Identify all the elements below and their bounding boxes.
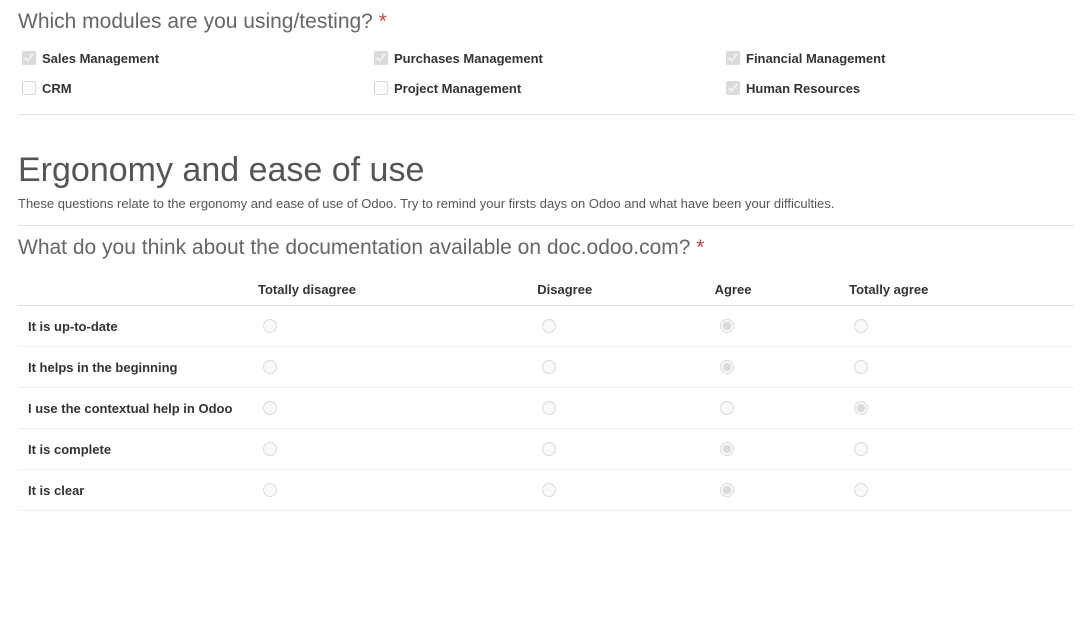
matrix-radio[interactable] bbox=[720, 360, 734, 374]
module-checkbox-project[interactable] bbox=[374, 81, 388, 95]
matrix-radio[interactable] bbox=[263, 483, 277, 497]
matrix-row: It is complete bbox=[18, 429, 1074, 470]
module-label: Financial Management bbox=[746, 51, 885, 66]
matrix-radio[interactable] bbox=[854, 360, 868, 374]
matrix-row: It helps in the beginning bbox=[18, 347, 1074, 388]
section-title-ergonomy: Ergonomy and ease of use bbox=[18, 151, 1074, 190]
matrix-radio[interactable] bbox=[542, 483, 556, 497]
module-label: CRM bbox=[42, 81, 72, 96]
module-option-hr[interactable]: Human Resources bbox=[722, 78, 1074, 98]
matrix-radio[interactable] bbox=[263, 401, 277, 415]
matrix-documentation: Totally disagree Disagree Agree Totally … bbox=[18, 274, 1074, 511]
matrix-row: It is up-to-date bbox=[18, 306, 1074, 347]
matrix-radio[interactable] bbox=[542, 401, 556, 415]
matrix-col-header: Agree bbox=[705, 274, 840, 306]
matrix-col-header: Totally disagree bbox=[248, 274, 527, 306]
matrix-radio[interactable] bbox=[854, 483, 868, 497]
matrix-radio[interactable] bbox=[854, 401, 868, 415]
matrix-radio[interactable] bbox=[854, 319, 868, 333]
matrix-radio[interactable] bbox=[720, 319, 734, 333]
matrix-radio[interactable] bbox=[854, 442, 868, 456]
module-label: Purchases Management bbox=[394, 51, 543, 66]
matrix-radio[interactable] bbox=[720, 401, 734, 415]
module-checkbox-financial[interactable] bbox=[726, 51, 740, 65]
section-description: These questions relate to the ergonomy a… bbox=[18, 196, 1074, 211]
matrix-radio[interactable] bbox=[542, 442, 556, 456]
module-checkbox-hr[interactable] bbox=[726, 81, 740, 95]
module-checkbox-purchases[interactable] bbox=[374, 51, 388, 65]
divider bbox=[18, 114, 1074, 115]
matrix-radio[interactable] bbox=[720, 483, 734, 497]
module-label: Project Management bbox=[394, 81, 521, 96]
matrix-radio[interactable] bbox=[720, 442, 734, 456]
module-label: Human Resources bbox=[746, 81, 860, 96]
matrix-row-label: It is up-to-date bbox=[18, 306, 248, 347]
matrix-row: It is clear bbox=[18, 470, 1074, 511]
module-checkbox-sales[interactable] bbox=[22, 51, 36, 65]
module-option-financial[interactable]: Financial Management bbox=[722, 48, 1074, 68]
divider bbox=[18, 225, 1074, 226]
required-asterisk: * bbox=[379, 10, 387, 33]
matrix-col-header: Disagree bbox=[527, 274, 704, 306]
required-asterisk: * bbox=[696, 236, 704, 259]
module-option-purchases[interactable]: Purchases Management bbox=[370, 48, 722, 68]
module-option-sales[interactable]: Sales Management bbox=[18, 48, 370, 68]
module-option-project[interactable]: Project Management bbox=[370, 78, 722, 98]
question-modules-title: Which modules are you using/testing? * bbox=[18, 10, 1074, 34]
module-checkbox-crm[interactable] bbox=[22, 81, 36, 95]
matrix-radio[interactable] bbox=[263, 442, 277, 456]
matrix-radio[interactable] bbox=[542, 319, 556, 333]
question-documentation-title: What do you think about the documentatio… bbox=[18, 236, 1074, 260]
module-option-crm[interactable]: CRM bbox=[18, 78, 370, 98]
matrix-radio[interactable] bbox=[542, 360, 556, 374]
matrix-row-label: It helps in the beginning bbox=[18, 347, 248, 388]
matrix-row-label: It is complete bbox=[18, 429, 248, 470]
modules-checkbox-grid: Sales Management Purchases Management Fi… bbox=[18, 48, 1074, 98]
matrix-radio[interactable] bbox=[263, 360, 277, 374]
matrix-radio[interactable] bbox=[263, 319, 277, 333]
module-label: Sales Management bbox=[42, 51, 159, 66]
matrix-row-label: It is clear bbox=[18, 470, 248, 511]
matrix-col-header: Totally agree bbox=[839, 274, 1074, 306]
matrix-row: I use the contextual help in Odoo bbox=[18, 388, 1074, 429]
matrix-row-label: I use the contextual help in Odoo bbox=[18, 388, 248, 429]
